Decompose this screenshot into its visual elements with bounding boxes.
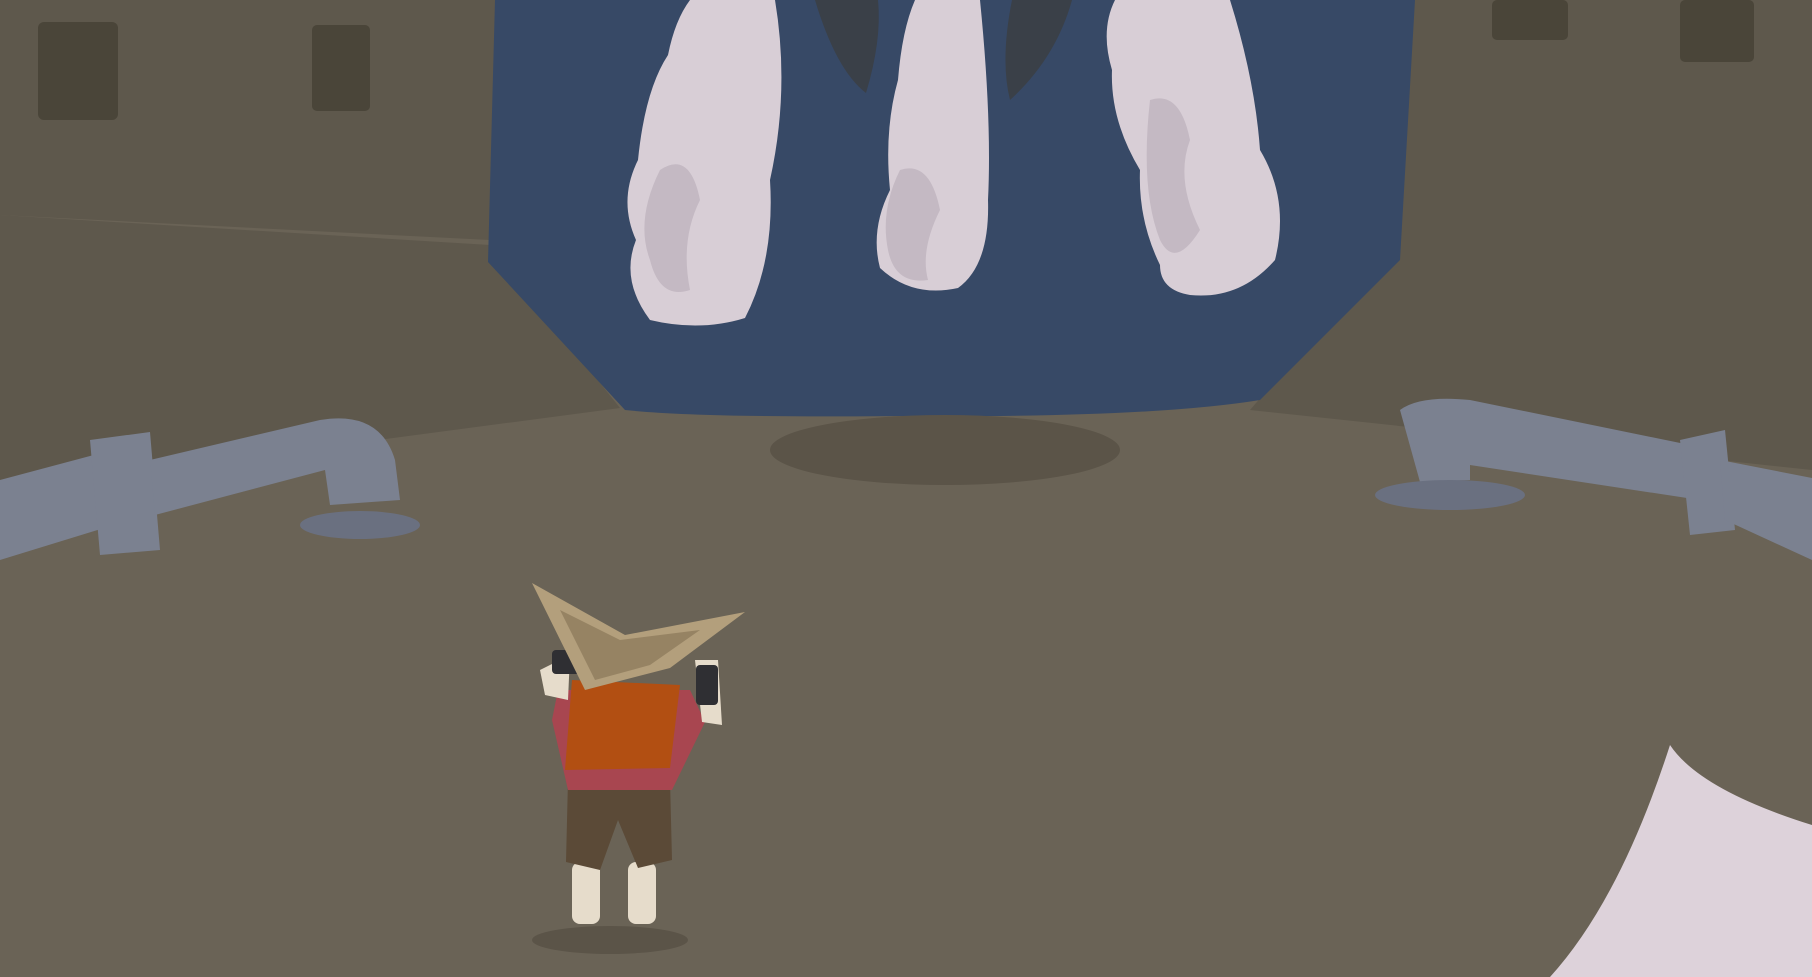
- character-shadow: [532, 926, 688, 954]
- character-glove-right: [696, 665, 718, 705]
- character-leg-left: [572, 862, 600, 924]
- character-shirt: [565, 680, 680, 770]
- game-scene: [0, 0, 1812, 977]
- wall-window: [1680, 0, 1754, 62]
- wall-window: [312, 25, 370, 111]
- wall-window: [1492, 0, 1568, 40]
- wall-window: [38, 22, 118, 120]
- gate-shadow: [770, 415, 1120, 485]
- character-leg-right: [628, 862, 656, 924]
